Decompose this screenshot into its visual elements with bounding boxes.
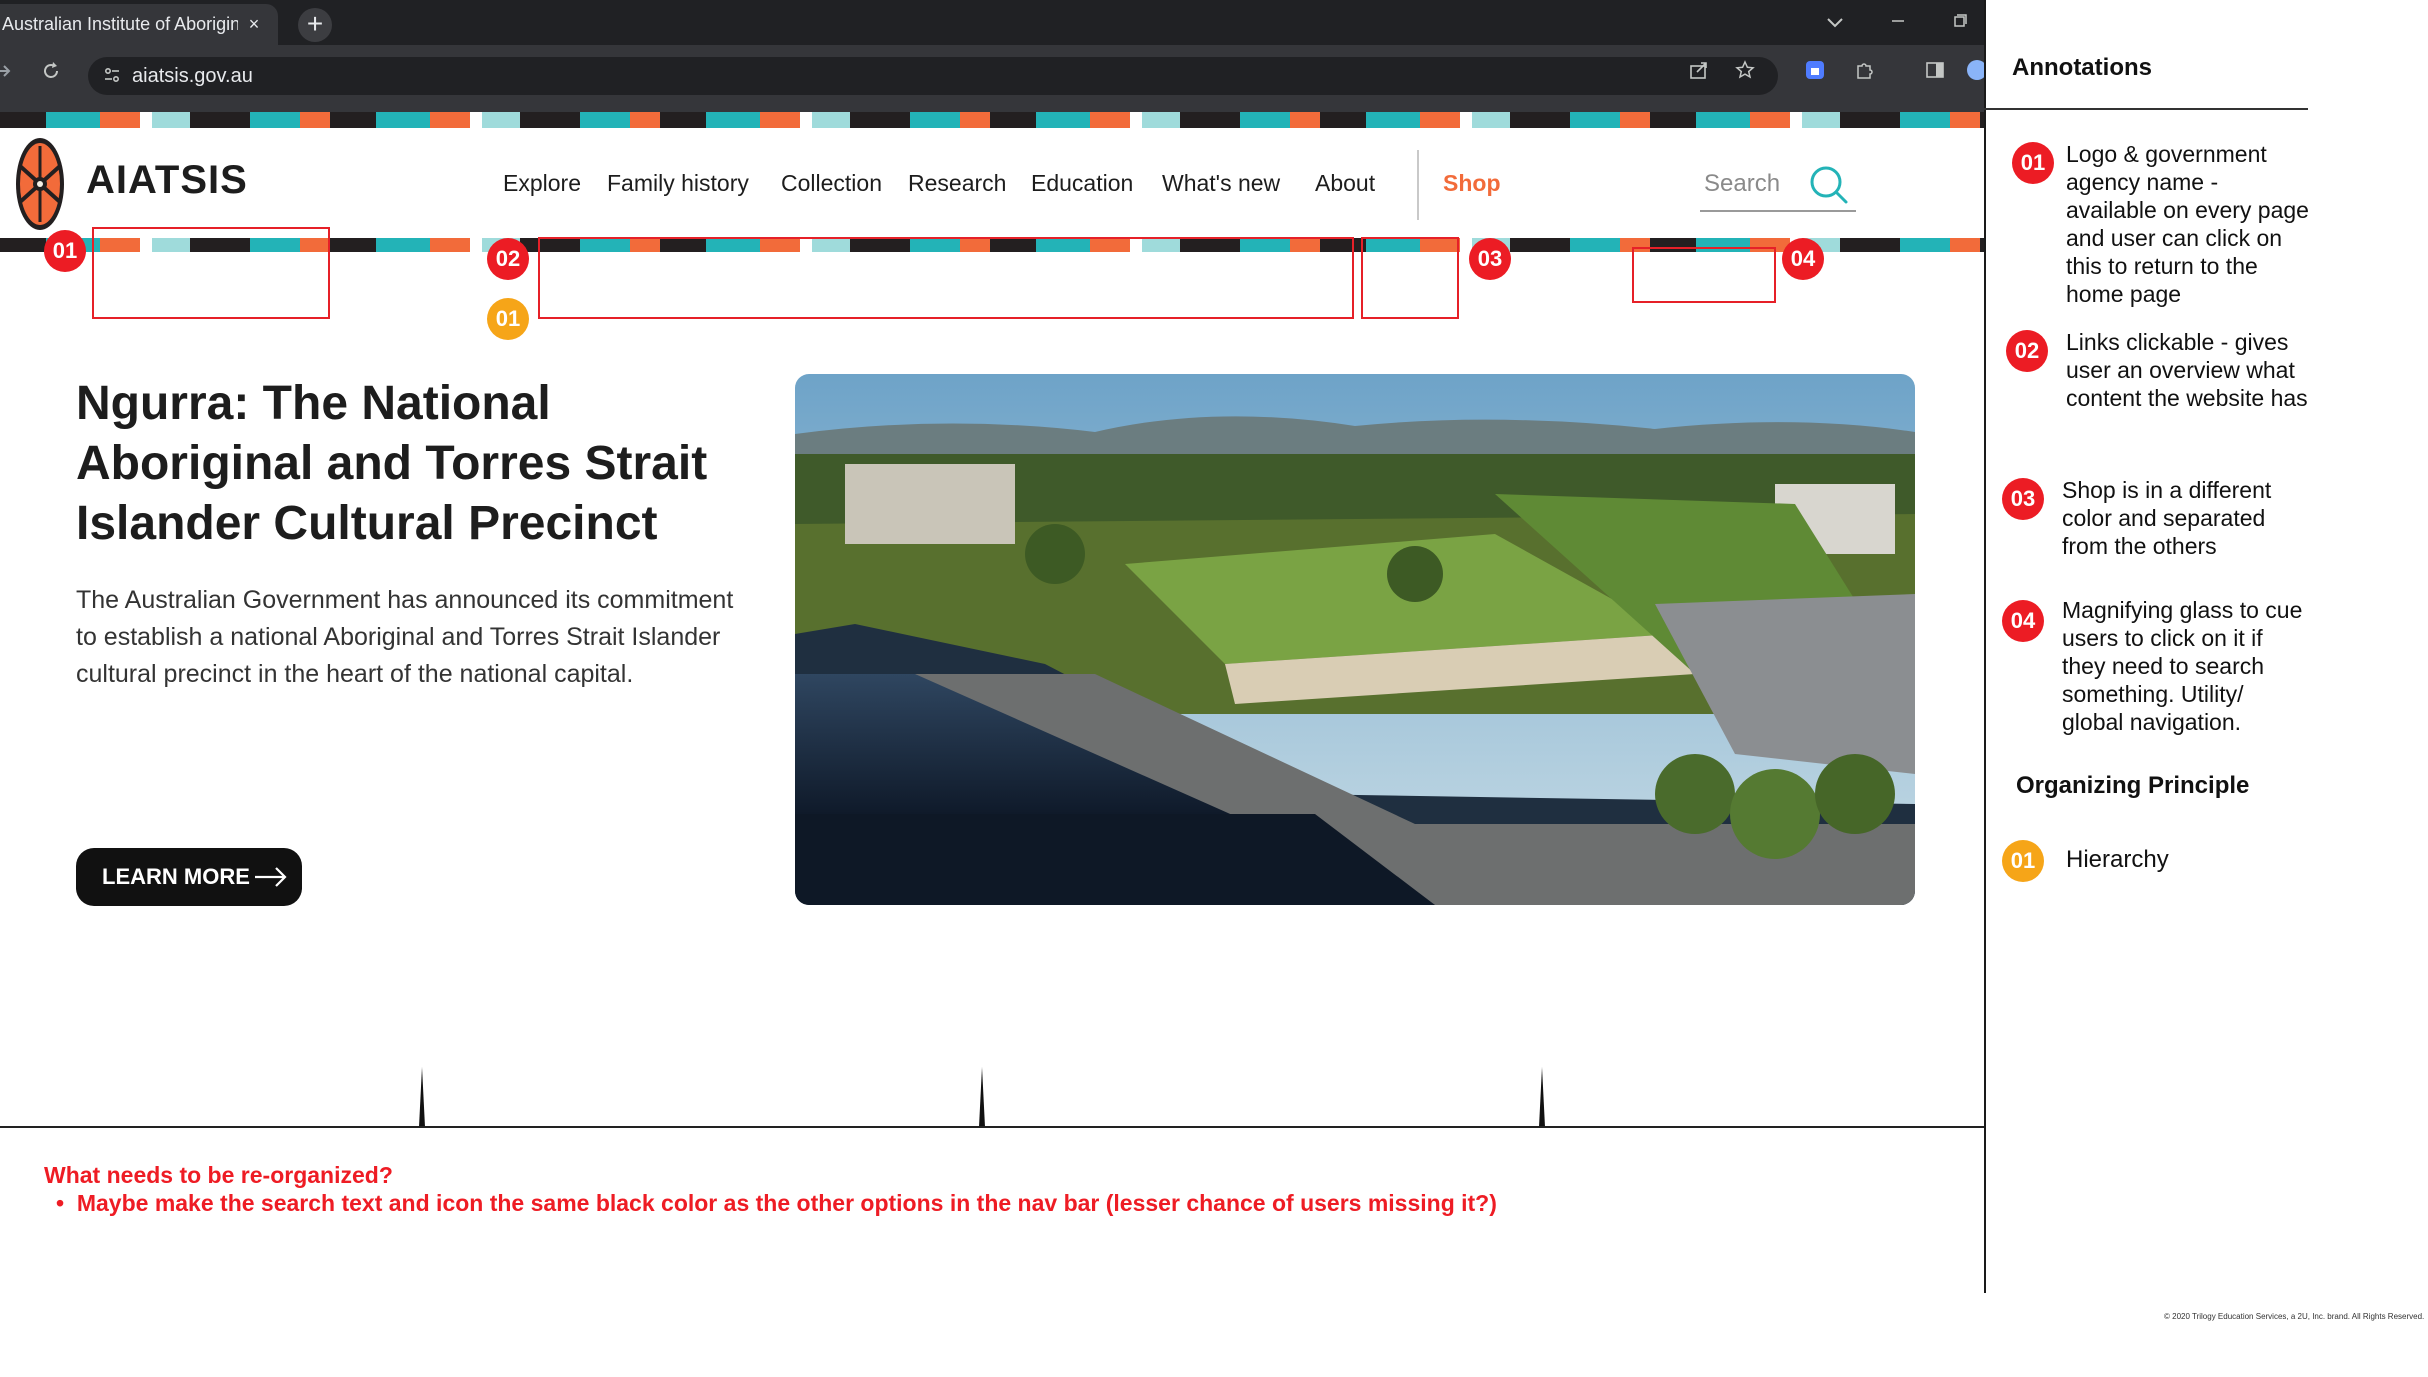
site-info-icon[interactable] [102, 66, 122, 86]
marker-nav: 02 [487, 238, 529, 280]
tab-search-chevron-icon[interactable] [1815, 6, 1855, 40]
annotation-text-01: Logo & government agency name - availabl… [2066, 141, 2309, 307]
nav-shop[interactable]: Shop [1443, 170, 1501, 197]
learn-more-label: LEARN MORE [102, 864, 250, 889]
panel-rule [1984, 108, 2308, 110]
nav-whats-new[interactable]: What's new [1162, 170, 1280, 197]
tab-title: Australian Institute of Aborigina [2, 14, 238, 34]
bookmark-star-icon[interactable] [1730, 59, 1760, 89]
hero-title: Ngurra: The National Aboriginal and Torr… [76, 377, 708, 550]
arrow-right-icon [255, 867, 287, 887]
logo-highlight-box [92, 227, 330, 319]
side-panel-icon[interactable] [1920, 59, 1950, 89]
annotation-marker-03: 03 [2002, 478, 2044, 520]
organizing-marker-01: 01 [2002, 840, 2044, 882]
marker-logo: 01 [44, 230, 86, 272]
url-text: aiatsis.gov.au [132, 65, 253, 87]
panel-border [1984, 0, 1986, 1293]
extensions-puzzle-icon[interactable] [1850, 59, 1880, 89]
nav-explore[interactable]: Explore [503, 170, 581, 197]
note-divider [0, 1126, 1984, 1128]
organizing-principle-text: Hierarchy [2066, 846, 2169, 873]
search-placeholder: Search [1704, 170, 1781, 197]
annotation-marker-04: 04 [2002, 600, 2044, 642]
learn-more-button[interactable]: LEARN MORE [76, 848, 302, 906]
share-icon[interactable] [1684, 59, 1714, 89]
marker-hierarchy: 01 [487, 298, 529, 340]
aiatsis-logo[interactable] [14, 136, 66, 232]
tab-strip: Australian Institute of Aborigina × + [0, 0, 1984, 45]
reorganize-heading: What needs to be re-organized? [44, 1162, 393, 1188]
bullet-icon: • [56, 1190, 77, 1216]
decorative-spike [419, 1067, 425, 1127]
marker-shop: 03 [1469, 238, 1511, 280]
decorative-spike [1539, 1067, 1545, 1127]
decorative-spike [979, 1067, 985, 1127]
password-extension-icon[interactable] [1800, 59, 1830, 89]
organizing-principle-title: Organizing Principle [2016, 772, 2250, 799]
nav-highlight-box [538, 237, 1354, 319]
tab-close-icon[interactable]: × [243, 4, 265, 45]
annotations-title: Annotations [2012, 54, 2152, 81]
browser-toolbar: aiatsis.gov.au [0, 45, 1987, 112]
reorganize-note: • Maybe make the search text and icon th… [56, 1190, 1497, 1217]
nav-research[interactable]: Research [908, 170, 1006, 197]
annotation-text-04: Magnifying glass to cue users to click o… [2062, 597, 2303, 735]
nav-about[interactable]: About [1315, 170, 1375, 197]
website-page: AIATSIS Explore Family history Collectio… [0, 112, 1984, 1127]
hero-image-aerial-precinct [795, 374, 1915, 905]
reload-icon[interactable] [36, 59, 66, 89]
browser-tab[interactable]: Australian Institute of Aborigina × [0, 4, 278, 45]
minimize-icon[interactable] [1878, 6, 1918, 40]
nav-divider [1417, 150, 1419, 220]
search-highlight-box [1632, 247, 1776, 303]
nav-family-history[interactable]: Family history [607, 170, 749, 197]
hero-description: The Australian Government has announced … [76, 586, 734, 688]
marker-search: 04 [1782, 238, 1824, 280]
nav-collection[interactable]: Collection [781, 170, 882, 197]
browser-chrome: Australian Institute of Aborigina × + ai… [0, 0, 1987, 112]
address-bar[interactable]: aiatsis.gov.au [88, 57, 1778, 95]
annotation-marker-01: 01 [2012, 142, 2054, 184]
annotation-marker-02: 02 [2006, 330, 2048, 372]
reorganize-note-text: Maybe make the search text and icon the … [76, 1190, 1497, 1216]
shop-highlight-box [1361, 237, 1459, 319]
nav-education[interactable]: Education [1031, 170, 1133, 197]
magnifying-glass-icon[interactable] [1806, 162, 1850, 206]
brand-name[interactable]: AIATSIS [86, 158, 248, 203]
copyright-text: © 2020 Trilogy Education Services, a 2U,… [2164, 1312, 2425, 1321]
forward-icon[interactable] [0, 59, 18, 89]
annotation-text-03: Shop is in a different color and separat… [2062, 477, 2272, 559]
new-tab-button[interactable]: + [298, 8, 332, 42]
restore-icon[interactable] [1940, 6, 1980, 40]
annotation-text-02: Links clickable - gives user an overview… [2066, 329, 2308, 411]
search-field[interactable]: Search [1700, 162, 1856, 212]
decorative-pattern-stripe [0, 112, 1984, 128]
